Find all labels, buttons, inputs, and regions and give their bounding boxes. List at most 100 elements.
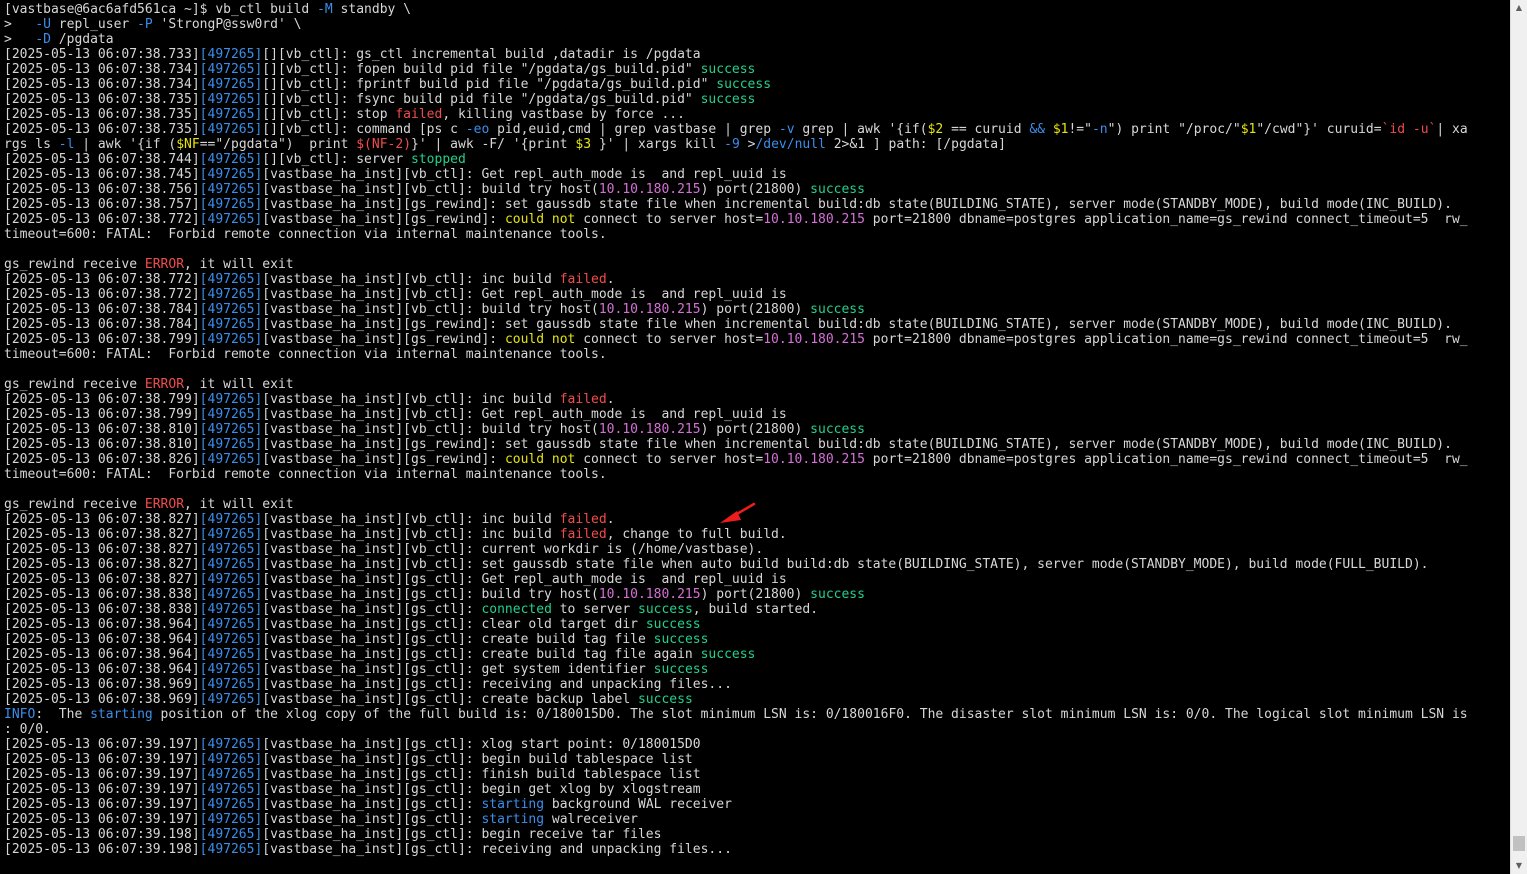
terminal-text-segment: -v xyxy=(778,122,795,137)
terminal-text-segment: [vastbase_ha_inst][gs_ctl]: xyxy=(262,602,482,617)
terminal-text-segment: ) port(21800) xyxy=(700,422,811,437)
terminal-text-segment: [2025-05-13 06:07:38.969] xyxy=(4,677,200,692)
terminal-text-segment: [497265] xyxy=(199,842,263,857)
terminal-text-segment: }' | xargs kill xyxy=(591,137,725,152)
terminal-text-segment: [vastbase_ha_inst][gs_ctl]: begin get xl… xyxy=(262,782,701,797)
terminal-text-segment: [vastbase_ha_inst][gs_ctl]: xyxy=(262,797,482,812)
terminal-text-segment: [497265] xyxy=(199,92,263,107)
terminal-text-segment: . xyxy=(606,272,615,287)
terminal-text-segment: [vastbase_ha_inst][gs_rewind]: xyxy=(262,212,505,227)
terminal-text-segment: $1 xyxy=(1240,122,1257,137)
terminal-text-segment: [2025-05-13 06:07:38.799] xyxy=(4,392,200,407)
terminal-text-segment: [497265] xyxy=(199,812,263,827)
terminal-text-segment: [vastbase_ha_inst][gs_ctl]: finish build… xyxy=(262,767,701,782)
terminal-text-segment: [2025-05-13 06:07:38.799] xyxy=(4,407,200,422)
terminal-text-segment: -n xyxy=(1091,122,1108,137)
terminal-text-segment: ) port(21800) xyxy=(700,182,811,197)
terminal-text-segment: [2025-05-13 06:07:38.735] xyxy=(4,122,200,137)
terminal-text-segment: [][vb_ctl]: stop xyxy=(262,107,396,122)
terminal-line: [2025-05-13 06:07:39.197][497265][vastba… xyxy=(4,797,1510,812)
terminal-text-segment: [497265] xyxy=(199,77,263,92)
terminal-text-segment: ERROR xyxy=(144,497,185,512)
terminal-text-segment: [2025-05-13 06:07:39.197] xyxy=(4,737,200,752)
terminal-text-segment: 'StrongP@ssw0rd' \ xyxy=(152,17,302,32)
terminal-output[interactable]: [vastbase@6ac6afd561ca ~]$ vb_ctl build … xyxy=(0,0,1510,874)
terminal-text-segment: starting xyxy=(481,797,545,812)
terminal-text-segment: failed xyxy=(559,512,607,527)
terminal-text-segment: [497265] xyxy=(199,332,263,347)
terminal-text-segment: [2025-05-13 06:07:39.198] xyxy=(4,842,200,857)
terminal-line: [2025-05-13 06:07:38.735][497265][][vb_c… xyxy=(4,122,1510,137)
terminal-text-segment: [2025-05-13 06:07:38.964] xyxy=(4,617,200,632)
terminal-text-segment: [2025-05-13 06:07:38.969] xyxy=(4,692,200,707)
terminal-text-segment: [vastbase@6ac6afd561ca ~]$ vb_ctl build xyxy=(4,2,318,17)
terminal-text-segment: [2025-05-13 06:07:38.827] xyxy=(4,527,200,542)
terminal-text-segment: [vastbase_ha_inst][gs_ctl]: xlog start p… xyxy=(262,737,701,752)
terminal-text-segment: [2025-05-13 06:07:38.964] xyxy=(4,647,200,662)
terminal-line: [2025-05-13 06:07:38.799][497265][vastba… xyxy=(4,392,1510,407)
terminal-text-segment: [vastbase_ha_inst][vb_ctl]: build try ho… xyxy=(262,302,599,317)
terminal-text-segment: 10.10.180.215 xyxy=(763,452,865,467)
terminal-text-segment: -eo xyxy=(465,122,490,137)
terminal-text-segment: ERROR xyxy=(144,377,185,392)
terminal-text-segment: [497265] xyxy=(199,647,263,662)
terminal-text-segment: == curuid xyxy=(943,122,1030,137)
terminal-line: [2025-05-13 06:07:39.198][497265][vastba… xyxy=(4,842,1510,857)
terminal-text-segment: `id -u` xyxy=(1381,122,1437,137)
terminal-text-segment: [vastbase_ha_inst][gs_ctl]: build try ho… xyxy=(262,587,599,602)
terminal-text-segment: [497265] xyxy=(199,407,263,422)
terminal-text-segment: . xyxy=(606,392,615,407)
vertical-scrollbar[interactable]: ▲ ▼ xyxy=(1510,0,1527,874)
terminal-text-segment: success xyxy=(653,662,709,677)
terminal-line: [2025-05-13 06:07:38.838][497265][vastba… xyxy=(4,602,1510,617)
terminal-line: [2025-05-13 06:07:38.745][497265][vastba… xyxy=(4,167,1510,182)
terminal-text-segment: success xyxy=(810,302,865,317)
terminal-line: [2025-05-13 06:07:38.744][497265][][vb_c… xyxy=(4,152,1510,167)
terminal-text-segment: 2>&1 ] path: [/pgdata] xyxy=(825,137,1006,152)
terminal-line: [2025-05-13 06:07:38.734][497265][][vb_c… xyxy=(4,62,1510,77)
terminal-line: [2025-05-13 06:07:38.784][497265][vastba… xyxy=(4,302,1510,317)
terminal-text-segment: [][vb_ctl]: fsync build pid file "/pgdat… xyxy=(262,92,701,107)
terminal-text-segment: [vastbase_ha_inst][vb_ctl]: inc build xyxy=(262,512,560,527)
terminal-text-segment: [2025-05-13 06:07:39.197] xyxy=(4,797,200,812)
terminal-text-segment: [497265] xyxy=(199,557,263,572)
terminal-line: [2025-05-13 06:07:38.772][497265][vastba… xyxy=(4,287,1510,302)
terminal-line: gs_rewind receive ERROR, it will exit xyxy=(4,377,1510,392)
terminal-text-segment: [497265] xyxy=(199,782,263,797)
terminal-line: > -D /pgdata xyxy=(4,32,1510,47)
terminal-text-segment: [497265] xyxy=(199,662,263,677)
terminal-line: [2025-05-13 06:07:38.772][497265][vastba… xyxy=(4,212,1510,227)
terminal-text-segment: [497265] xyxy=(199,212,263,227)
terminal-line: [2025-05-13 06:07:39.197][497265][vastba… xyxy=(4,767,1510,782)
terminal-text-segment: , change to full build. xyxy=(606,527,787,542)
terminal-text-segment: [][vb_ctl]: command [ps c xyxy=(262,122,466,137)
scroll-up-arrow-icon[interactable]: ▲ xyxy=(1511,0,1527,16)
terminal-text-segment: success xyxy=(637,692,693,707)
terminal-text-segment: [497265] xyxy=(199,287,263,302)
terminal-line: timeout=600: FATAL: Forbid remote connec… xyxy=(4,347,1510,362)
terminal-text-segment: [497265] xyxy=(199,512,263,527)
terminal-text-segment: [][vb_ctl]: fprintf build pid file "/pgd… xyxy=(262,77,717,92)
terminal-text-segment: success xyxy=(638,602,693,617)
terminal-text-segment: background WAL receiver xyxy=(544,797,732,812)
terminal-text-segment: [2025-05-13 06:07:39.197] xyxy=(4,782,200,797)
terminal-line: [2025-05-13 06:07:38.735][497265][][vb_c… xyxy=(4,92,1510,107)
terminal-text-segment: [2025-05-13 06:07:38.772] xyxy=(4,212,200,227)
terminal-line: [2025-05-13 06:07:38.969][497265][vastba… xyxy=(4,677,1510,692)
terminal-text-segment: stopped xyxy=(411,152,466,167)
terminal-text-segment: [497265] xyxy=(199,302,263,317)
terminal-text-segment: -M xyxy=(317,2,333,17)
terminal-line: [2025-05-13 06:07:38.810][497265][vastba… xyxy=(4,422,1510,437)
terminal-text-segment: && xyxy=(1029,122,1045,137)
terminal-text-segment: port=21800 dbname=postgres application_n… xyxy=(864,212,1468,227)
terminal-text-segment: }' | awk -F/ '{print xyxy=(411,137,576,152)
scroll-down-arrow-icon[interactable]: ▼ xyxy=(1511,858,1527,874)
terminal-text-segment: [vastbase_ha_inst][vb_ctl]: current work… xyxy=(262,542,764,557)
scrollbar-thumb[interactable] xyxy=(1513,836,1525,851)
terminal-text-segment: -U xyxy=(35,17,51,32)
terminal-line: [2025-05-13 06:07:38.810][497265][vastba… xyxy=(4,437,1510,452)
terminal-text-segment: INFO xyxy=(4,707,36,722)
terminal-text-segment: -l xyxy=(58,137,75,152)
